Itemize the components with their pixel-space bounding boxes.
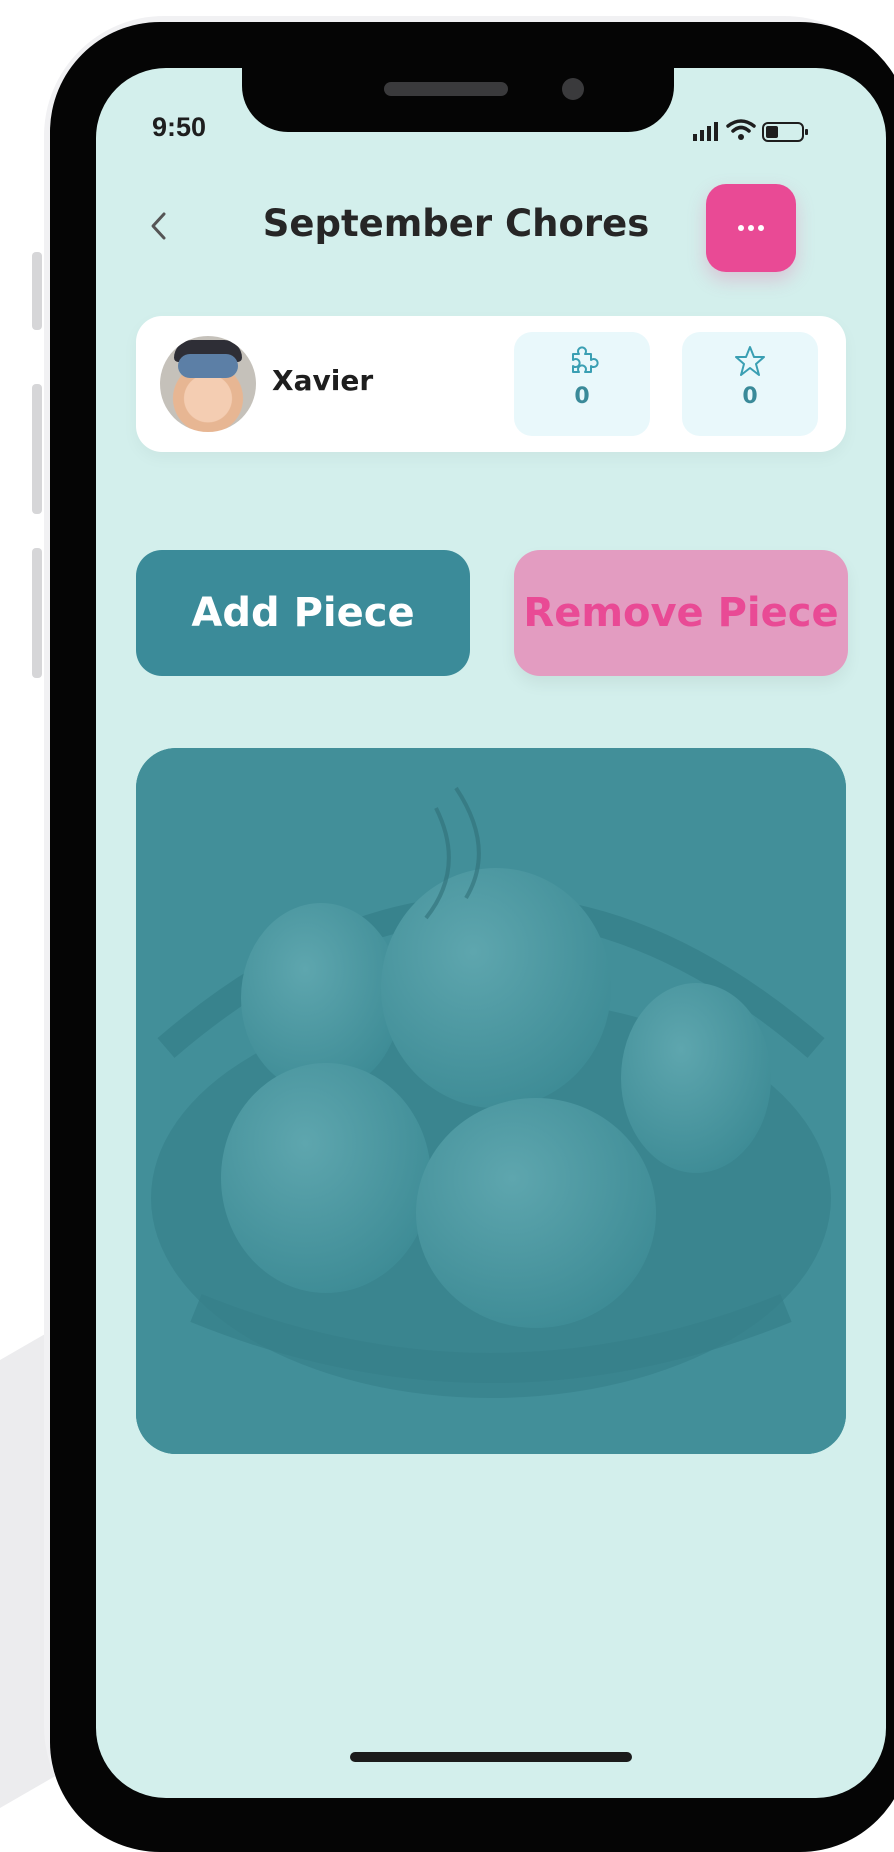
status-time: 9:50 <box>152 112 207 142</box>
pieces-count: 0 <box>574 384 590 409</box>
phone-notch <box>242 68 674 132</box>
battery-icon <box>762 122 808 142</box>
puzzle-image <box>136 748 846 1454</box>
page-title: September Chores <box>262 202 650 245</box>
home-indicator[interactable] <box>350 1752 632 1762</box>
stars-count: 0 <box>742 384 758 409</box>
add-piece-button[interactable]: Add Piece <box>136 550 470 676</box>
puzzle-icon <box>572 346 599 373</box>
pieces-stat[interactable]: 0 <box>514 332 650 436</box>
star-icon <box>735 346 765 376</box>
app-screen: 9:50 September Chores Xavier 0 0 Add Pie… <box>96 68 886 1798</box>
wifi-icon <box>726 119 756 140</box>
phone-side-button <box>32 548 42 678</box>
profile-card: Xavier 0 0 <box>136 316 846 452</box>
phone-frame: 9:50 September Chores Xavier 0 0 Add Pie… <box>50 22 894 1852</box>
user-name: Xavier <box>272 364 374 397</box>
remove-piece-button[interactable]: Remove Piece <box>514 550 848 676</box>
speaker-grille <box>384 82 508 96</box>
nest-eggs-image <box>136 748 846 1454</box>
signal-icon <box>693 122 718 141</box>
avatar <box>160 336 256 432</box>
back-button[interactable] <box>136 196 180 256</box>
phone-side-button <box>32 252 42 330</box>
chevron-left-icon <box>151 212 166 240</box>
stars-stat[interactable]: 0 <box>682 332 818 436</box>
ellipsis-icon <box>738 225 764 231</box>
phone-side-button <box>32 384 42 514</box>
more-options-button[interactable] <box>706 184 796 272</box>
status-icons <box>692 116 822 146</box>
front-camera <box>562 78 584 100</box>
